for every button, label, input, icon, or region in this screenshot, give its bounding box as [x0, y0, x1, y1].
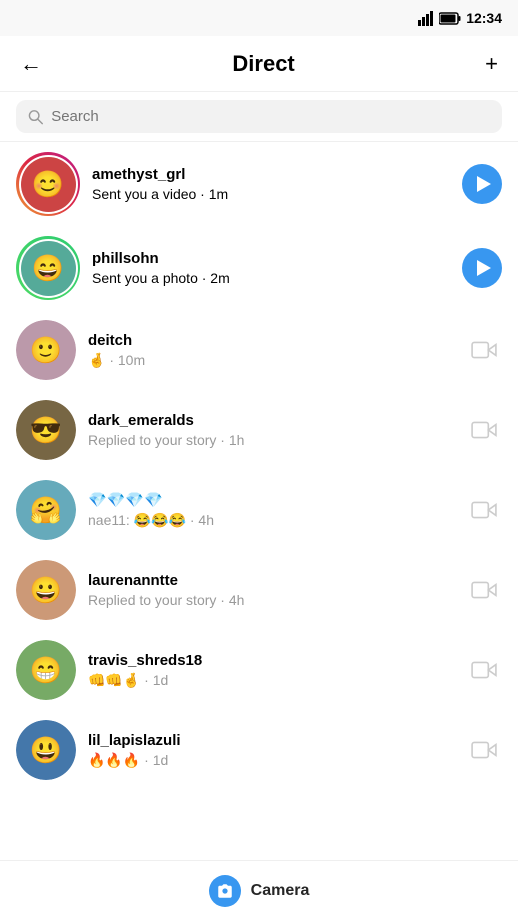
- message-preview: Replied to your story · 1h: [88, 432, 456, 448]
- search-icon: [28, 109, 43, 125]
- message-content: travis_shreds18 👊👊🤞 · 1d: [88, 652, 456, 689]
- message-action[interactable]: [466, 652, 502, 688]
- battery-icon: [439, 12, 461, 25]
- message-username: dark_emeralds: [88, 412, 456, 429]
- message-preview: 🤞 · 10m: [88, 352, 456, 369]
- message-preview: Replied to your story · 4h: [88, 592, 456, 608]
- message-username: amethyst_grl: [92, 166, 452, 183]
- message-item[interactable]: 😎 dark_emeralds Replied to your story · …: [0, 390, 518, 470]
- camera-icon: [209, 875, 241, 907]
- camera-button[interactable]: Camera: [0, 860, 518, 920]
- signal-icon: [418, 10, 434, 26]
- message-username: phillsohn: [92, 250, 452, 267]
- message-content: deitch 🤞 · 10m: [88, 332, 456, 369]
- new-message-button[interactable]: +: [481, 47, 502, 81]
- message-content: laurenanntte Replied to your story · 4h: [88, 572, 456, 608]
- message-action[interactable]: [466, 492, 502, 528]
- message-action[interactable]: [466, 412, 502, 448]
- message-item[interactable]: 🙂 deitch 🤞 · 10m: [0, 310, 518, 390]
- message-list: 😊 amethyst_grl Sent you a video · 1m 😄 p…: [0, 142, 518, 858]
- message-item[interactable]: 😄 phillsohn Sent you a photo · 2m: [0, 226, 518, 310]
- message-preview: nae11: 😂😂😂 · 4h: [88, 512, 456, 529]
- message-content: dark_emeralds Replied to your story · 1h: [88, 412, 456, 448]
- message-content: amethyst_grl Sent you a video · 1m: [92, 166, 452, 202]
- camera-label: Camera: [251, 882, 310, 900]
- camera-action-icon[interactable]: [466, 732, 502, 768]
- search-input[interactable]: [51, 108, 490, 125]
- status-time: 12:34: [466, 10, 502, 26]
- message-action[interactable]: [462, 248, 502, 288]
- page-title: Direct: [232, 51, 294, 77]
- message-content: lil_lapislazuli 🔥🔥🔥 · 1d: [88, 732, 456, 769]
- camera-action-icon[interactable]: [466, 332, 502, 368]
- message-item[interactable]: 🤗 💎💎💎💎 nae11: 😂😂😂 · 4h: [0, 470, 518, 550]
- message-preview: 👊👊🤞 · 1d: [88, 672, 456, 689]
- search-box: [16, 100, 502, 133]
- message-username: lil_lapislazuli: [88, 732, 456, 749]
- message-preview: 🔥🔥🔥 · 1d: [88, 752, 456, 769]
- header: ← Direct +: [0, 36, 518, 92]
- message-item[interactable]: 😃 lil_lapislazuli 🔥🔥🔥 · 1d: [0, 710, 518, 790]
- message-username: 💎💎💎💎: [88, 491, 456, 509]
- back-button[interactable]: ←: [16, 47, 46, 81]
- status-bar: 12:34: [0, 0, 518, 36]
- message-content: 💎💎💎💎 nae11: 😂😂😂 · 4h: [88, 491, 456, 529]
- message-preview: Sent you a photo · 2m: [92, 270, 452, 286]
- camera-action-icon[interactable]: [466, 572, 502, 608]
- message-action[interactable]: [466, 732, 502, 768]
- camera-action-icon[interactable]: [466, 652, 502, 688]
- camera-action-icon[interactable]: [466, 412, 502, 448]
- message-preview: Sent you a video · 1m: [92, 186, 452, 202]
- message-action[interactable]: [462, 164, 502, 204]
- play-button[interactable]: [462, 248, 502, 288]
- message-username: deitch: [88, 332, 456, 349]
- message-action[interactable]: [466, 572, 502, 608]
- camera-action-icon[interactable]: [466, 492, 502, 528]
- message-action[interactable]: [466, 332, 502, 368]
- message-username: travis_shreds18: [88, 652, 456, 669]
- status-icons: 12:34: [418, 10, 502, 26]
- message-item[interactable]: 😊 amethyst_grl Sent you a video · 1m: [0, 142, 518, 226]
- message-item[interactable]: 😁 travis_shreds18 👊👊🤞 · 1d: [0, 630, 518, 710]
- message-item[interactable]: 😀 laurenanntte Replied to your story · 4…: [0, 550, 518, 630]
- message-username: laurenanntte: [88, 572, 456, 589]
- play-button[interactable]: [462, 164, 502, 204]
- search-container: [0, 92, 518, 142]
- message-content: phillsohn Sent you a photo · 2m: [92, 250, 452, 286]
